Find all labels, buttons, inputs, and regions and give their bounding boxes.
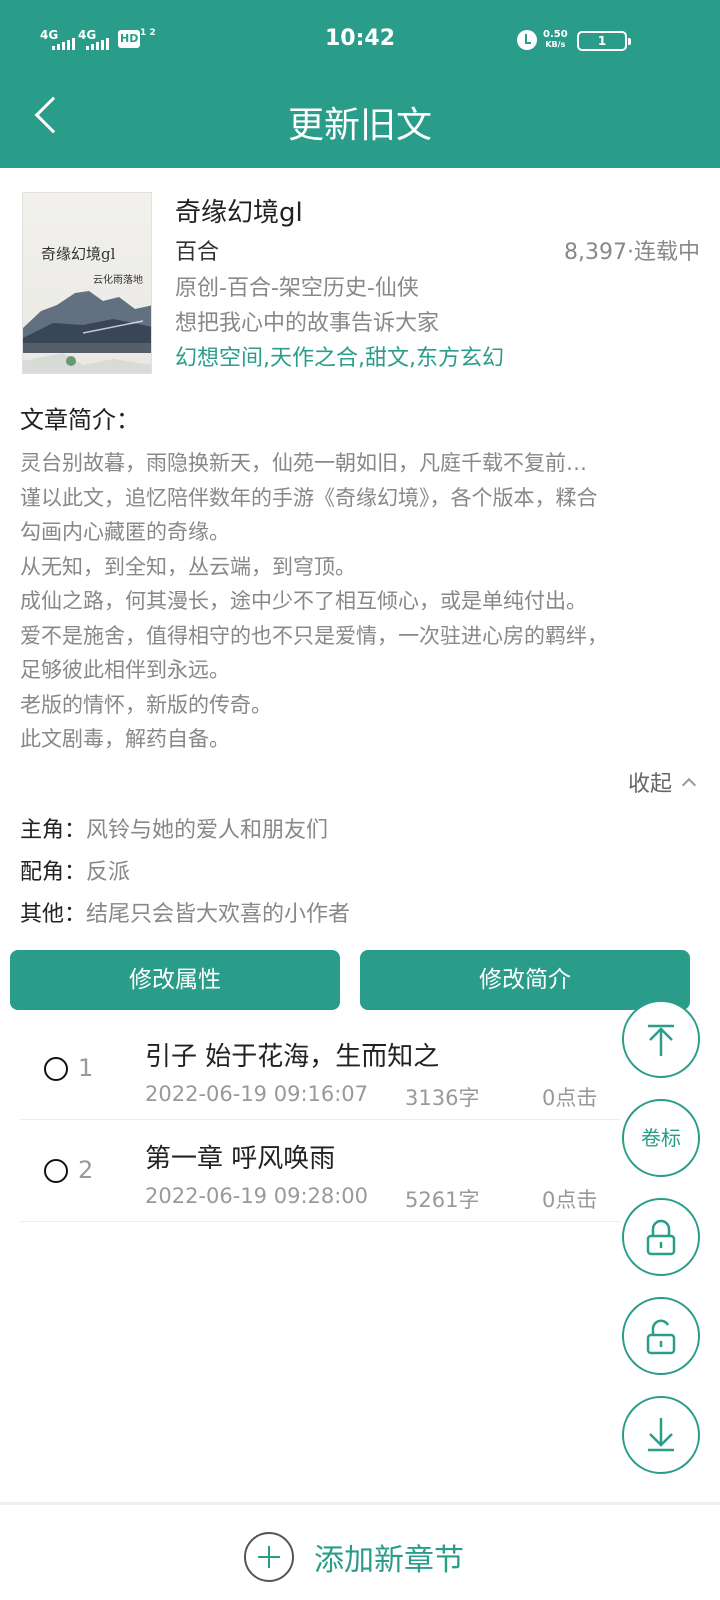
book-tags: 幻想空间,天作之合,甜文,东方玄幻	[175, 346, 504, 371]
chapter-title: 第一章 呼风唤雨	[145, 1144, 336, 1174]
synopsis-text: 灵台别故暮，雨隐换新天，仙苑一朝如旧，凡庭千载不复前… 谨以此文，追忆陪伴数年的…	[20, 446, 700, 757]
role-other-value: 结尾只会皆大欢喜的小作者	[86, 902, 351, 927]
battery-icon: 1	[577, 31, 631, 51]
role-support-key: 配角：	[20, 860, 87, 885]
chapter-number: 1	[78, 1054, 94, 1082]
chapter-clicks: 0点击	[542, 1188, 598, 1212]
synopsis-line: 成仙之路，何其漫长，途中少不了相互倾心，或是单纯付出。	[20, 589, 587, 613]
select-radio[interactable]	[44, 1159, 68, 1183]
chapter-word-count: 5261字	[405, 1188, 480, 1212]
chapter-row[interactable]: 1 引子 始于花海，生而知之 2022-06-19 09:16:07 3136字…	[20, 1020, 620, 1120]
app-header: 4G 4G HD 1 2 10:42 0.50 KB/s 1 更新旧文	[0, 0, 720, 168]
network-speed: 0.50 KB/s	[543, 30, 568, 50]
select-radio[interactable]	[44, 1057, 68, 1081]
alarm-icon	[517, 30, 537, 50]
volume-label-button[interactable]: 卷标	[622, 1099, 700, 1177]
synopsis-line: 勾画内心藏匿的奇缘。	[20, 520, 230, 544]
plus-circle-icon	[244, 1532, 294, 1582]
role-main-key: 主角：	[20, 818, 87, 843]
chevron-up-icon	[681, 777, 697, 793]
chapter-date: 2022-06-19 09:16:07	[145, 1082, 369, 1106]
chapter-row[interactable]: 2 第一章 呼风唤雨 2022-06-19 09:28:00 5261字 0点击	[20, 1122, 620, 1222]
chapter-number: 2	[78, 1156, 94, 1184]
unlock-icon	[646, 1319, 676, 1355]
role-main: 主角：风铃与她的爱人和朋友们	[20, 812, 328, 844]
book-title: 奇缘幻境gl	[175, 198, 303, 228]
role-other-key: 其他：	[20, 902, 87, 927]
lock-button[interactable]	[622, 1198, 700, 1276]
synopsis-line: 此文剧毒，解药自备。	[20, 727, 230, 751]
add-chapter-button[interactable]: 添加新章节	[244, 1532, 464, 1582]
collapse-label: 收起	[627, 772, 672, 797]
speed-value: 0.50	[543, 29, 568, 40]
role-other: 其他：结尾只会皆大欢喜的小作者	[20, 896, 350, 928]
scroll-top-button[interactable]	[622, 1000, 700, 1078]
book-category: 百合	[175, 240, 220, 265]
scroll-bottom-button[interactable]	[622, 1396, 700, 1474]
role-support-value: 反派	[86, 860, 131, 885]
bottom-divider	[0, 1502, 720, 1505]
edit-synopsis-button[interactable]: 修改简介	[360, 950, 690, 1010]
synopsis-line: 灵台别故暮，雨隐换新天，仙苑一朝如旧，凡庭千载不复前…	[20, 451, 587, 475]
lock-icon	[646, 1219, 676, 1256]
add-chapter-label: 添加新章节	[314, 1543, 464, 1578]
edit-attributes-button[interactable]: 修改属性	[10, 950, 340, 1010]
chapter-clicks: 0点击	[542, 1086, 598, 1110]
unlock-button[interactable]	[622, 1297, 700, 1375]
speed-unit: KB/s	[545, 40, 566, 49]
book-slogan: 想把我心中的故事告诉大家	[175, 311, 440, 336]
book-stats: 8,397·连载中	[564, 240, 700, 265]
synopsis-heading: 文章简介：	[20, 406, 140, 434]
role-main-value: 风铃与她的爱人和朋友们	[86, 818, 329, 843]
arrow-to-top-icon	[648, 1024, 674, 1056]
synopsis-line: 足够彼此相伴到永远。	[20, 658, 230, 682]
synopsis-line: 老版的情怀，新版的传奇。	[20, 692, 272, 717]
role-support: 配角：反派	[20, 854, 130, 886]
chapter-word-count: 3136字	[405, 1086, 480, 1110]
volume-label-text: 卷标	[641, 1126, 681, 1150]
arrow-to-bottom-icon	[648, 1418, 674, 1452]
synopsis-line: 从无知，到全知，丛云端，到穹顶。	[20, 554, 356, 579]
book-genre: 原创-百合-架空历史-仙侠	[175, 276, 419, 301]
page-title: 更新旧文	[287, 105, 432, 146]
collapse-toggle[interactable]: 收起	[627, 766, 697, 798]
chapter-title: 引子 始于花海，生而知之	[145, 1042, 440, 1072]
synopsis-line: 爱不是施舍，值得相守的也不只是爱情，一次驻进心房的羁绊，	[20, 623, 608, 648]
cover-landscape-art	[23, 291, 151, 373]
status-bar: 4G 4G HD 1 2 10:42 0.50 KB/s 1	[0, 0, 720, 80]
book-cover: 奇缘幻境gl 云化雨落地	[22, 192, 152, 374]
chapter-date: 2022-06-19 09:28:00	[145, 1184, 369, 1208]
synopsis-line: 谨以此文，追忆陪伴数年的手游《奇缘幻境》，各个版本，糅合	[20, 485, 598, 510]
